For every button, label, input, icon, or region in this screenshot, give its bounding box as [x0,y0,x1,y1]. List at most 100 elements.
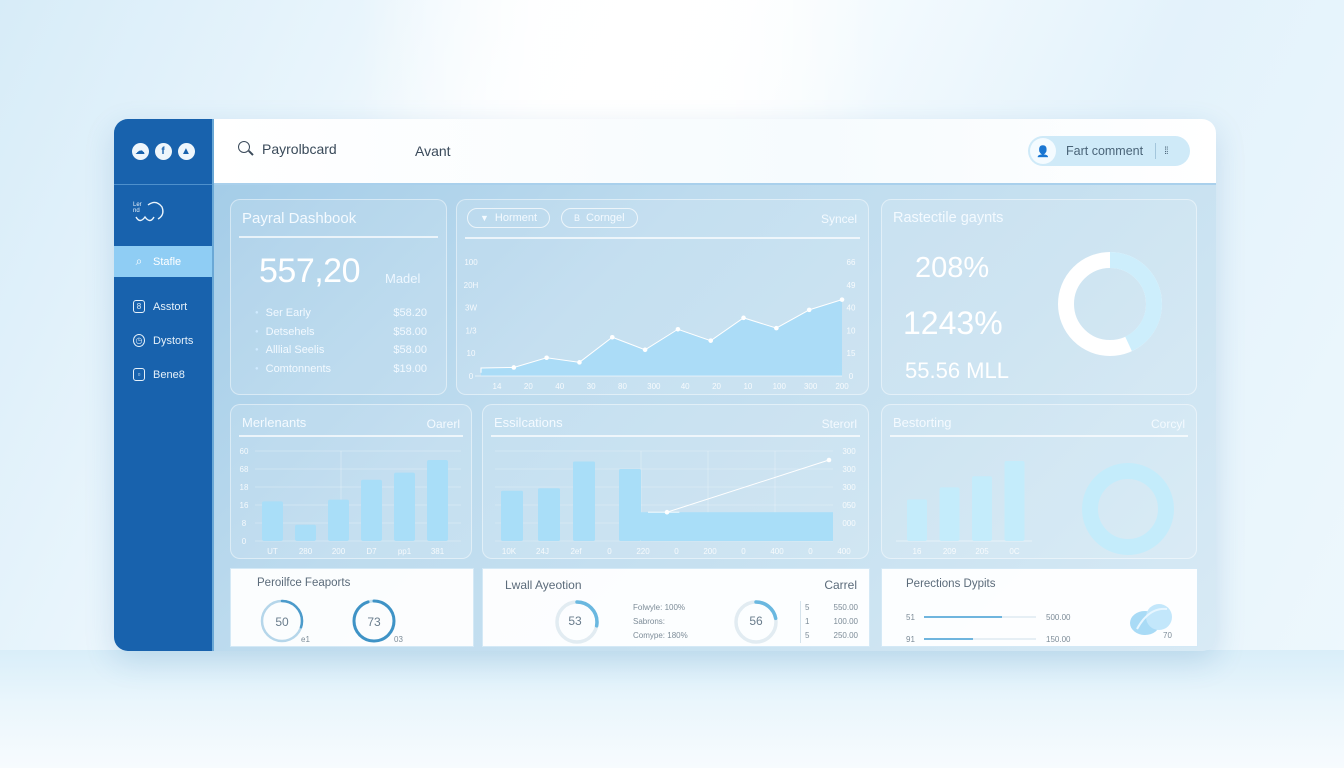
bar [907,499,927,541]
table-row: 1 100.00 [805,615,858,629]
y-tick: 16 [240,501,249,510]
list-item: Detsehels $58.00 [255,323,427,342]
x-tick: 10 [743,382,752,391]
sidebar-item-asstort[interactable]: 8 Asstort [114,291,212,322]
summary-value: 557,20 [259,252,361,290]
bar [619,469,641,541]
x-tick: 20 [524,382,533,391]
list-item: Comtonnents $19.00 [255,360,427,379]
legend-item: Comype: 180% [633,629,688,643]
legend-item: Folwyle: 100% [633,601,688,615]
area-fill [481,299,842,376]
x-tick: 220 [636,547,650,556]
bar [972,476,992,541]
start-button[interactable]: Oarerl [427,417,460,431]
data-point [544,355,549,361]
sidebar-item-dystorts[interactable]: ◷ Dystorts [114,325,212,356]
area-fill [641,512,833,541]
bar [538,488,560,541]
x-tick: 0 [674,547,679,556]
divider [465,237,860,239]
data-point [806,307,812,313]
table-cell: 5 [805,603,810,612]
list-item-value: $58.00 [393,344,427,357]
data-point [675,326,681,332]
facebook-icon[interactable]: f [154,143,172,160]
divider [239,435,463,437]
x-tick: 205 [975,547,989,556]
donut-chart [1058,252,1162,356]
y-tick-right: 300 [842,483,856,492]
progress-row: 91 150.00 [906,628,1076,650]
chip-label: Horment [494,212,538,224]
svg-text:nd: nd [133,208,140,214]
data-point [826,457,832,463]
data-point [664,509,670,515]
divider [1155,143,1157,159]
syncel-button[interactable]: Syncel [821,212,857,226]
x-tick: 280 [299,547,313,556]
gauge-value: 50 [275,615,289,629]
progress-fill [924,616,1003,618]
progress-track [924,638,1036,640]
sidebar-item-label: Bene8 [153,368,185,381]
sidebar-item-label: Dystorts [153,334,194,347]
y-tick: 68 [240,465,249,474]
cloud-icon[interactable]: ☁ [131,143,149,160]
data-point [609,334,615,340]
legend-value: 180% [667,631,688,640]
area-chart: 0 10 1/3 3W 20H 100 0 15 10 40 49 66 14 20 40 30 80 300 40… [464,258,856,391]
data-point [839,297,845,302]
search-icon: ⌕ [135,254,143,268]
list-item-value: $58.20 [393,307,427,320]
options-card: Perections Dypits 51 500.00 91 150.00 70 [881,568,1198,647]
y-tick: 8 [242,519,247,528]
tab-corngel[interactable]: B Corngel [561,208,638,228]
mini-bar-card: Bestorting Corcyl 16 209 205 0C [881,404,1197,559]
x-tick: 20 [712,382,721,391]
x-tick: 209 [943,547,957,556]
ring-chart [1082,463,1174,555]
legend-value: 100% [664,603,686,612]
card-title: Perections Dypits [906,578,996,590]
divider [239,236,438,238]
bar [262,501,283,541]
tab-horment[interactable]: ▼ Horment [467,208,551,228]
cancel-button[interactable]: Carrel [824,578,857,592]
list-item-value: $19.00 [393,362,427,375]
progress-list: 51 500.00 91 150.00 [906,606,1076,650]
corcyl-button[interactable]: Corcyl [1151,417,1185,431]
table-cell: 5 [805,631,810,640]
y-tick-right: 000 [842,519,856,528]
rocket-icon[interactable]: ▲ [177,143,195,160]
nav-link-avant[interactable]: Avant [415,143,451,159]
filter-icon: ▼ [480,213,489,223]
legend-label: Sabrons: [633,617,666,626]
search-field[interactable]: Payrolbcard [238,141,337,157]
calendar-icon: ▫ [133,368,145,381]
bar [295,524,316,541]
stat-value: 208% [915,252,990,284]
sidebar-item-stafle[interactable]: ⌕ Stafle [114,246,212,277]
summary-card: Payral Dashbook 557,20 Madel Ser Early $… [230,199,447,395]
dashboard-window: ☁ f ▲ Ler nd ⌕ Stafle 8 Asstort ◷ Dystor… [114,119,1216,651]
y-tick-right: 0 [849,372,854,381]
search-label: Payrolbcard [262,141,337,157]
bar [501,490,523,541]
sidebar-item-bene8[interactable]: ▫ Bene8 [114,359,212,390]
gauge-sub: 03 [394,635,403,644]
y-tick-left: 1/3 [465,326,477,335]
background-floor [0,650,1344,768]
user-icon: 👤 [1030,138,1056,164]
comment-button[interactable]: 👤 Fart comment ⁞⁞ [1028,136,1190,166]
progress-label: 51 [906,612,915,622]
y-tick-right: 300 [842,447,856,456]
x-tick: 300 [647,382,661,391]
bar [427,460,448,541]
x-tick: 100 [773,382,787,391]
y-tick: 0 [242,537,247,546]
progress-track [924,616,1036,618]
x-tick: pp1 [398,547,412,556]
sterorl-button[interactable]: Sterorl [822,417,857,431]
grid-menu-icon[interactable]: ⁞⁞ [1164,146,1168,157]
